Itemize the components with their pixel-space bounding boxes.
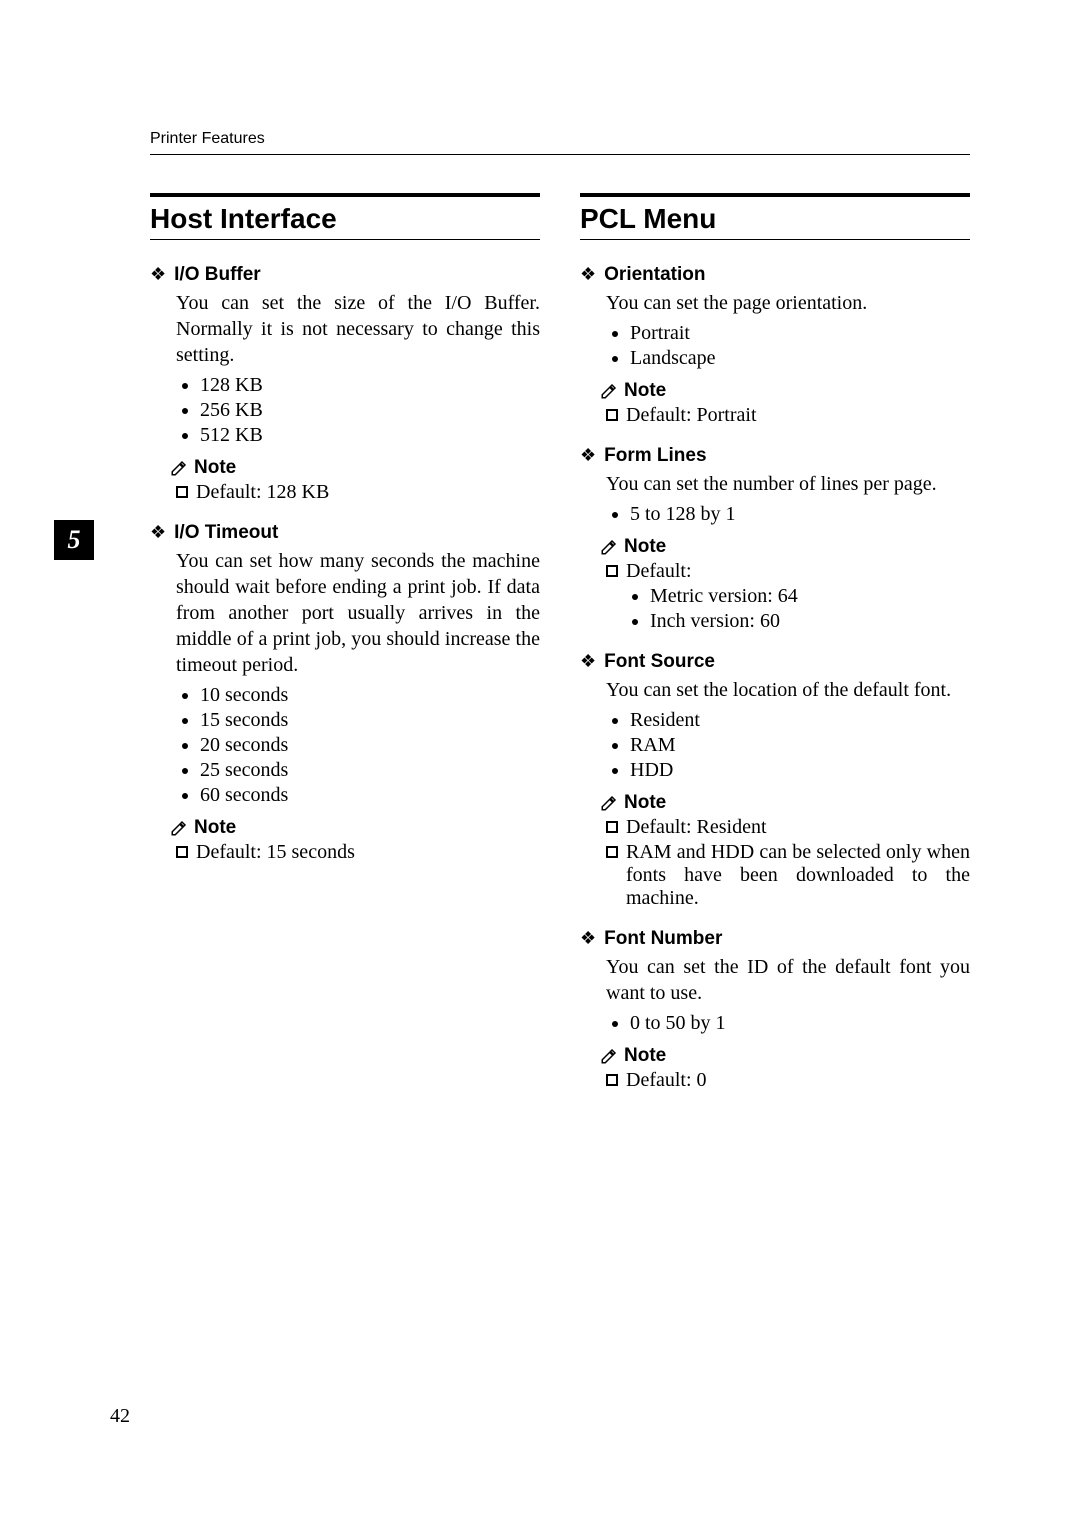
note-label: Note — [624, 792, 666, 814]
list-item: Portrait — [630, 322, 970, 345]
box-icon — [176, 486, 188, 498]
note-item: Default: Resident — [606, 816, 970, 839]
setting-font-source: ❖ Font Source You can set the location o… — [580, 651, 970, 910]
setting-form-lines: ❖ Form Lines You can set the number of l… — [580, 445, 970, 633]
right-column: PCL Menu ❖ Orientation You can set the p… — [580, 193, 970, 1110]
option-list: 128 KB 256 KB 512 KB — [200, 374, 540, 447]
setting-io-timeout: ❖ I/O Timeout You can set how many secon… — [150, 522, 540, 864]
note-item: Default: 128 KB — [176, 481, 540, 504]
list-item: 20 seconds — [200, 734, 540, 757]
box-icon — [606, 409, 618, 421]
setting-title: Orientation — [604, 264, 705, 286]
diamond-icon: ❖ — [150, 523, 166, 541]
page-number: 42 — [110, 1405, 130, 1428]
setting-title: Form Lines — [604, 445, 706, 467]
diamond-icon: ❖ — [580, 652, 596, 670]
pencil-icon — [600, 1047, 618, 1065]
pencil-icon — [600, 794, 618, 812]
note-label: Note — [194, 457, 236, 479]
note-heading: Note — [600, 1045, 970, 1067]
setting-orientation: ❖ Orientation You can set the page orien… — [580, 264, 970, 427]
list-item: Metric version: 64 — [650, 585, 970, 608]
sub-option-list: Metric version: 64 Inch version: 60 — [650, 585, 970, 633]
note-items: Default: 0 — [606, 1069, 970, 1092]
list-item: 512 KB — [200, 424, 540, 447]
note-heading: Note — [600, 380, 970, 402]
list-item: 25 seconds — [200, 759, 540, 782]
note-item: RAM and HDD can be selected only when fo… — [606, 841, 970, 910]
setting-title: I/O Buffer — [174, 264, 261, 286]
page: Printer Features 5 Host Interface ❖ I/O … — [0, 0, 1080, 1528]
list-item: 60 seconds — [200, 784, 540, 807]
note-label: Note — [624, 536, 666, 558]
setting-desc: You can set the location of the default … — [606, 677, 970, 703]
note-items: Default: Metric version: 64 Inch version… — [606, 560, 970, 633]
left-column: Host Interface ❖ I/O Buffer You can set … — [150, 193, 540, 1110]
box-icon — [606, 1074, 618, 1086]
note-items: Default: Resident RAM and HDD can be sel… — [606, 816, 970, 910]
note-item: Default: Portrait — [606, 404, 970, 427]
note-label: Note — [194, 817, 236, 839]
note-label: Note — [624, 1045, 666, 1067]
note-heading: Note — [600, 536, 970, 558]
box-icon — [606, 821, 618, 833]
option-list: Portrait Landscape — [630, 322, 970, 370]
list-item: Resident — [630, 709, 970, 732]
pencil-icon — [600, 382, 618, 400]
option-list: Resident RAM HDD — [630, 709, 970, 782]
note-heading: Note — [600, 792, 970, 814]
option-list: 5 to 128 by 1 — [630, 503, 970, 526]
note-item: Default: 15 seconds — [176, 841, 540, 864]
box-icon — [606, 565, 618, 577]
list-item: 15 seconds — [200, 709, 540, 732]
diamond-icon: ❖ — [580, 446, 596, 464]
note-heading: Note — [170, 457, 540, 479]
diamond-icon: ❖ — [580, 265, 596, 283]
list-item: 5 to 128 by 1 — [630, 503, 970, 526]
content-columns: Host Interface ❖ I/O Buffer You can set … — [150, 193, 970, 1110]
option-list: 0 to 50 by 1 — [630, 1012, 970, 1035]
setting-font-number: ❖ Font Number You can set the ID of the … — [580, 928, 970, 1092]
running-head: Printer Features — [150, 130, 970, 155]
note-label: Note — [624, 380, 666, 402]
note-item: Default: 0 — [606, 1069, 970, 1092]
list-item: RAM — [630, 734, 970, 757]
setting-title: I/O Timeout — [174, 522, 278, 544]
setting-desc: You can set the size of the I/O Buffer. … — [176, 290, 540, 368]
box-icon — [176, 846, 188, 858]
section-title-host-interface: Host Interface — [150, 193, 540, 240]
pencil-icon — [600, 538, 618, 556]
list-item: 10 seconds — [200, 684, 540, 707]
list-item: Landscape — [630, 347, 970, 370]
pencil-icon — [170, 819, 188, 837]
list-item: 128 KB — [200, 374, 540, 397]
box-icon — [606, 846, 618, 858]
note-item: Default: Metric version: 64 Inch version… — [606, 560, 970, 633]
list-item: 0 to 50 by 1 — [630, 1012, 970, 1035]
setting-desc: You can set the number of lines per page… — [606, 471, 970, 497]
option-list: 10 seconds 15 seconds 20 seconds 25 seco… — [200, 684, 540, 807]
diamond-icon: ❖ — [580, 929, 596, 947]
note-items: Default: Portrait — [606, 404, 970, 427]
diamond-icon: ❖ — [150, 265, 166, 283]
setting-io-buffer: ❖ I/O Buffer You can set the size of the… — [150, 264, 540, 504]
chapter-tab: 5 — [54, 520, 94, 560]
note-heading: Note — [170, 817, 540, 839]
list-item: Inch version: 60 — [650, 610, 970, 633]
list-item: 256 KB — [200, 399, 540, 422]
setting-desc: You can set the page orientation. — [606, 290, 970, 316]
setting-desc: You can set the ID of the default font y… — [606, 954, 970, 1006]
note-items: Default: 128 KB — [176, 481, 540, 504]
setting-desc: You can set how many seconds the machine… — [176, 548, 540, 678]
list-item: HDD — [630, 759, 970, 782]
note-items: Default: 15 seconds — [176, 841, 540, 864]
pencil-icon — [170, 459, 188, 477]
setting-title: Font Source — [604, 651, 715, 673]
section-title-pcl-menu: PCL Menu — [580, 193, 970, 240]
setting-title: Font Number — [604, 928, 722, 950]
